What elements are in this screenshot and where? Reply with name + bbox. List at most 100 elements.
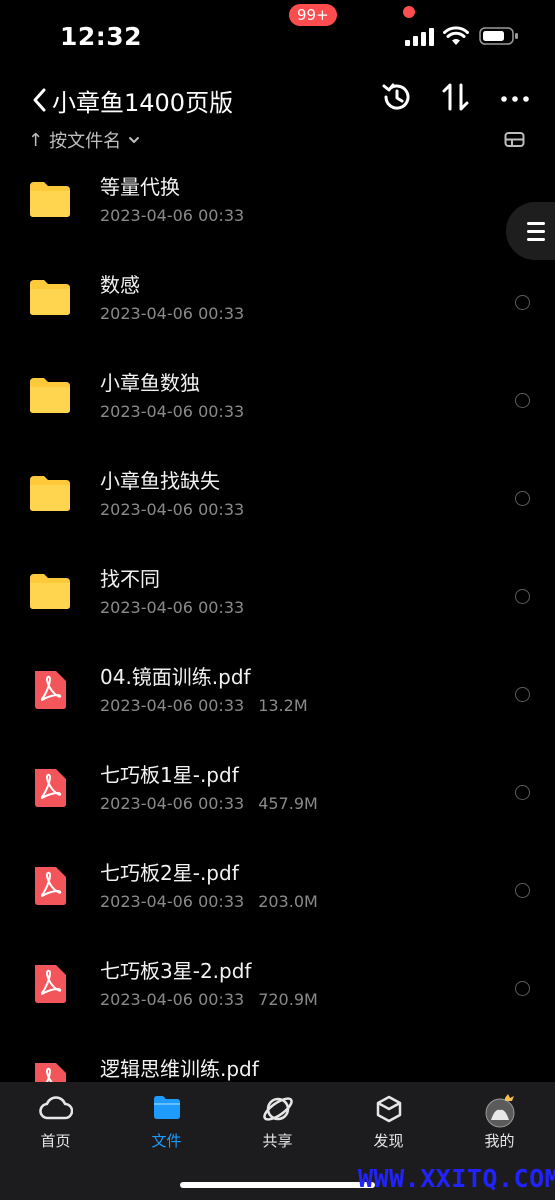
share-count-badge: 99+ [289, 4, 337, 26]
pdf-file-icon [28, 866, 72, 910]
chevron-down-icon [129, 137, 140, 144]
file-date: 2023-04-06 00:33 [100, 598, 245, 617]
file-date: 2023-04-06 00:33 [100, 892, 245, 911]
folder-icon [28, 278, 72, 320]
file-size: 13.2M [258, 696, 308, 715]
tab-files-label: 文件 [151, 1132, 182, 1150]
file-row[interactable]: 找不同 2023-04-06 00:33 [0, 548, 555, 646]
select-radio[interactable] [515, 981, 530, 996]
file-name: 找不同 [100, 567, 160, 591]
file-date: 2023-04-06 00:33 [100, 696, 245, 715]
folder-icon [28, 572, 72, 614]
tab-discover-label: 发现 [373, 1132, 404, 1150]
file-date: 2023-04-06 00:33 [100, 304, 245, 323]
tab-discover[interactable]: 发现 [333, 1082, 444, 1162]
tab-home-label: 首页 [40, 1132, 71, 1150]
file-meta: 2023-04-06 00:33 203.0M [100, 892, 318, 911]
pdf-file-icon [28, 768, 72, 812]
tab-share-label: 共享 [262, 1132, 293, 1150]
folder-icon [153, 1096, 180, 1119]
file-row[interactable]: 七巧板3星-2.pdf 2023-04-06 00:33 720.9M [0, 940, 555, 1038]
watermark: WWW.XXITQ.COM [358, 1164, 555, 1193]
history-icon[interactable] [380, 80, 412, 114]
file-date: 2023-04-06 00:33 [100, 206, 245, 225]
file-row[interactable]: 小章鱼数独 2023-04-06 00:33 [0, 352, 555, 450]
file-row[interactable]: 数感 2023-04-06 00:33 [0, 254, 555, 352]
file-meta: 2023-04-06 00:33 [100, 500, 244, 519]
more-options-icon[interactable] [500, 80, 532, 114]
file-date: 2023-04-06 00:33 [100, 402, 245, 421]
view-mode-icon[interactable] [504, 131, 526, 149]
file-meta: 2023-04-06 00:33 [100, 206, 244, 225]
file-meta: 2023-04-06 00:33 [100, 304, 244, 323]
file-date: 2023-04-06 00:33 [100, 500, 245, 519]
status-bar: 12:32 [0, 0, 555, 72]
select-radio[interactable] [515, 785, 530, 800]
file-size: 203.0M [258, 892, 318, 911]
file-name: 等量代换 [100, 175, 180, 199]
menu-icon-line [527, 230, 545, 233]
tab-me[interactable]: 我的 [444, 1082, 555, 1162]
file-row[interactable]: 等量代换 2023-04-06 00:33 [0, 156, 555, 254]
cube-icon [376, 1095, 401, 1123]
status-time: 12:32 [60, 22, 143, 51]
select-radio[interactable] [515, 393, 530, 408]
file-name: 数感 [100, 273, 140, 297]
folder-icon [28, 180, 72, 222]
file-name: 小章鱼找缺失 [100, 469, 220, 493]
file-row[interactable]: 小章鱼找缺失 2023-04-06 00:33 [0, 450, 555, 548]
page-title: 小章鱼1400页版 [52, 89, 234, 117]
file-size: 457.9M [258, 794, 318, 813]
sort-label: 按文件名 [49, 131, 122, 152]
tab-home[interactable]: 首页 [0, 1082, 111, 1162]
menu-icon-line [527, 238, 545, 241]
file-row[interactable]: 04.镜面训练.pdf 2023-04-06 00:33 13.2M [0, 646, 555, 744]
file-date: 2023-04-06 00:33 [100, 990, 245, 1009]
sort-arrow-up-icon: ↑ [28, 129, 44, 151]
home-indicator [180, 1182, 375, 1188]
select-radio[interactable] [515, 883, 530, 898]
pdf-file-icon [28, 670, 72, 714]
file-date: 2023-04-06 00:33 [100, 794, 245, 813]
tab-files[interactable]: 文件 [111, 1082, 222, 1162]
file-meta: 2023-04-06 00:33 [100, 402, 244, 421]
cloud-icon [38, 1096, 73, 1120]
file-meta: 2023-04-06 00:33 457.9M [100, 794, 318, 813]
file-row[interactable]: 逻辑思维训练.pdf [0, 1038, 555, 1082]
share-orbit-icon [262, 1097, 293, 1121]
sort-order-icon[interactable] [440, 80, 472, 114]
file-name: 七巧板1星-.pdf [100, 763, 239, 787]
file-meta: 2023-04-06 00:33 720.9M [100, 990, 318, 1009]
sort-bar: ↑ 按文件名 [0, 124, 555, 158]
discover-notification-dot [403, 6, 415, 18]
file-list: 等量代换 2023-04-06 00:33 数感 2023-04-06 00:33 小章… [0, 156, 555, 1082]
file-name: 七巧板2星-.pdf [100, 861, 239, 885]
file-name: 04.镜面训练.pdf [100, 665, 251, 689]
select-radio[interactable] [515, 295, 530, 310]
select-radio[interactable] [515, 589, 530, 604]
file-row[interactable]: 七巧板2星-.pdf 2023-04-06 00:33 203.0M [0, 842, 555, 940]
tab-me-label: 我的 [484, 1132, 515, 1150]
file-name: 七巧板3星-2.pdf [100, 959, 252, 983]
avatar [485, 1094, 514, 1128]
pdf-file-icon [28, 1062, 72, 1082]
file-name: 小章鱼数独 [100, 371, 200, 395]
folder-icon [28, 376, 72, 418]
cellular-signal-icon [405, 28, 434, 46]
file-row[interactable]: 七巧板1星-.pdf 2023-04-06 00:33 457.9M [0, 744, 555, 842]
select-radio[interactable] [515, 491, 530, 506]
wifi-icon [443, 26, 469, 45]
select-radio[interactable] [515, 687, 530, 702]
nav-header: 小章鱼1400页版 [0, 72, 555, 128]
sort-by-name-button[interactable]: ↑ 按文件名 [28, 127, 141, 153]
side-menu-handle[interactable] [506, 202, 555, 260]
menu-icon [527, 222, 545, 225]
tab-share[interactable]: 共享 [222, 1082, 333, 1162]
file-name: 逻辑思维训练.pdf [100, 1057, 259, 1081]
file-size: 720.9M [258, 990, 318, 1009]
folder-icon [28, 474, 72, 516]
pdf-file-icon [28, 964, 72, 1008]
back-chevron-icon[interactable] [26, 82, 54, 118]
file-meta: 2023-04-06 00:33 [100, 598, 244, 617]
file-meta: 2023-04-06 00:33 13.2M [100, 696, 308, 715]
